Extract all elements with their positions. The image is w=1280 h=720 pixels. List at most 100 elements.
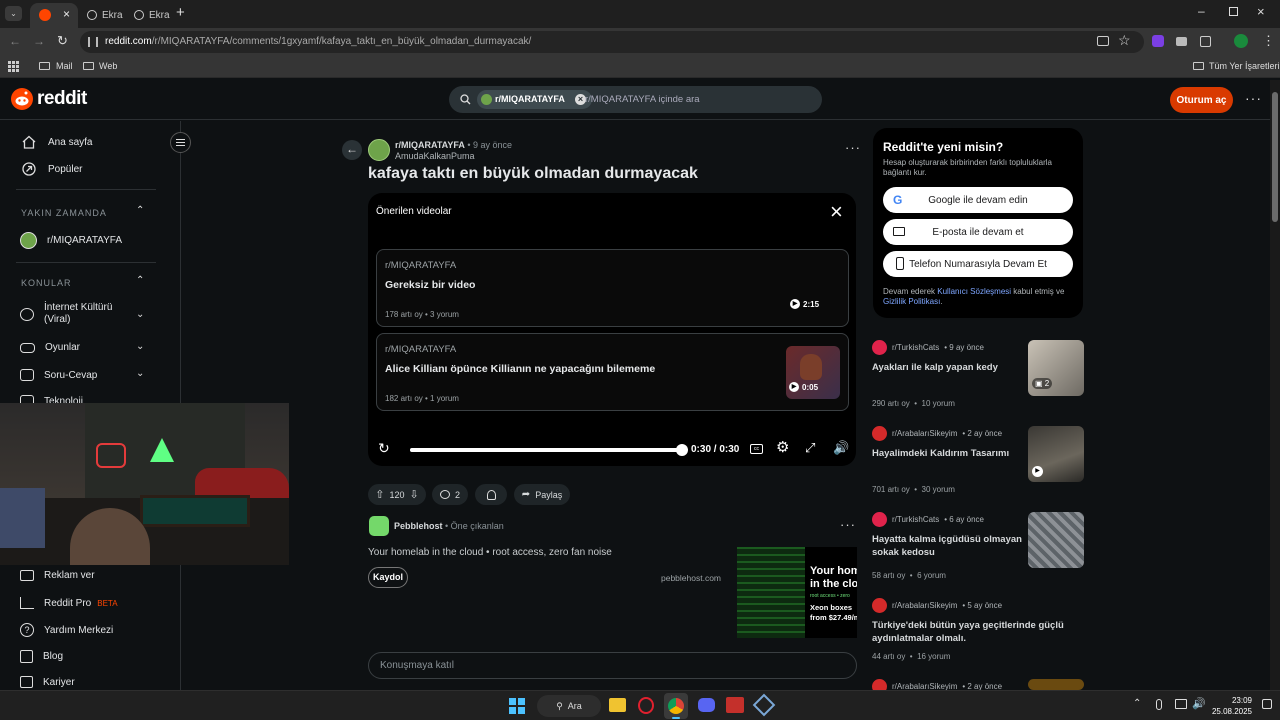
reddit-logo[interactable]: reddit <box>11 88 87 110</box>
ad-domain[interactable]: pebblehost.com <box>661 573 721 583</box>
related-post[interactable]: r/ArabalarıSikeyim • 5 ay önce Türkiye'd… <box>872 598 1084 668</box>
microphone-icon[interactable] <box>1156 699 1162 710</box>
chrome-taskbar-item[interactable] <box>664 693 688 719</box>
taskbar-search[interactable]: ⚲ Ara <box>537 695 601 717</box>
close-recommendations-icon[interactable]: × <box>830 199 843 225</box>
sidebar-item-blog[interactable]: Blog <box>20 650 63 663</box>
comments-button[interactable]: 2 <box>432 484 468 505</box>
sidebar-topic-games[interactable]: Oyunlar <box>20 342 80 353</box>
privacy-policy-link[interactable]: Gizlilik Politikası <box>883 297 940 306</box>
reload-icon[interactable]: ↻ <box>57 33 68 49</box>
tray-overflow-icon[interactable]: ⌃ <box>1133 698 1141 709</box>
ad-signup-button[interactable]: Kaydol <box>368 567 408 588</box>
tab-active[interactable]: × <box>30 3 78 28</box>
sidebar-item-advertise[interactable]: Reklam ver <box>20 570 95 581</box>
recent-section-header[interactable]: YAKIN ZAMANDA <box>21 208 107 218</box>
related-subreddit[interactable]: r/ArabalarıSikeyim <box>892 601 957 610</box>
sidebar-item-careers[interactable]: Kariyer <box>20 676 75 688</box>
apps-grid-icon[interactable] <box>8 61 19 72</box>
sidebar-item-reddit-pro[interactable]: Reddit Pro BETA <box>20 597 118 609</box>
related-subreddit[interactable]: r/ArabalarıSikeyim <box>892 682 957 690</box>
app-icon[interactable] <box>752 693 776 717</box>
volume-icon[interactable]: 🔊 <box>1192 697 1206 710</box>
windows-start-icon[interactable] <box>509 698 525 714</box>
forward-icon[interactable]: → <box>33 34 45 48</box>
sidebar-item-popular[interactable]: Popüler <box>20 162 82 176</box>
more-options-icon[interactable]: ··· <box>1245 90 1262 106</box>
comment-input[interactable]: Konuşmaya katıl <box>368 652 857 679</box>
login-button[interactable]: Oturum aç <box>1170 87 1233 113</box>
browser-menu-icon[interactable]: ⋮ <box>1262 33 1275 49</box>
chevron-down-icon[interactable]: ⌄ <box>136 309 144 320</box>
search-bar[interactable]: r/MIQARATAYFA × r/MIQARATAYFA içinde ara <box>449 86 822 113</box>
ad-banner[interactable]: Your hom in the clo root access • zero X… <box>737 547 857 638</box>
user-agreement-link[interactable]: Kullanıcı Sözleşmesi <box>937 287 1011 296</box>
recommended-video-card[interactable]: r/MIQARATAYFA Alice Killianı öpünce Kill… <box>376 333 849 411</box>
clock[interactable]: 23:09 25.08.2025 <box>1208 695 1252 717</box>
progress-track[interactable] <box>410 444 688 456</box>
sidebar-topic-internet-culture[interactable]: İnternet Kültürü (Viral) <box>20 302 150 326</box>
minimize-icon[interactable]: – <box>1198 4 1205 18</box>
chevron-down-icon[interactable]: ⌄ <box>136 341 144 352</box>
address-bar[interactable]: reddit.com/r/MIQARATAYFA/comments/1gxyam… <box>80 31 1144 53</box>
tab-close-icon[interactable]: × <box>63 7 70 21</box>
related-post[interactable]: r/TurkishCats • 6 ay önce Hayatta kalma … <box>872 512 1084 582</box>
related-post[interactable]: r/ArabalarıSikeyim • 2 ay önce Hayalimde… <box>872 426 1084 496</box>
google-login-button[interactable]: G Google ile devam edin <box>883 187 1073 213</box>
share-button[interactable]: ➦ Paylaş <box>514 484 570 505</box>
related-subreddit[interactable]: r/ArabalarıSikeyim <box>892 429 957 438</box>
post-subreddit-link[interactable]: r/MIQARATAYFA <box>395 140 465 150</box>
sidebar-item-recent-subreddit[interactable]: r/MIQARATAYFA <box>20 232 122 249</box>
downvote-icon[interactable]: ⇩ <box>410 488 419 501</box>
search-subreddit-chip[interactable]: r/MIQARATAYFA × <box>477 90 593 109</box>
phone-login-button[interactable]: Telefon Numarasıyla Devam Et <box>883 251 1073 277</box>
back-button[interactable]: ← <box>342 140 362 160</box>
all-bookmarks[interactable]: Tüm Yer İşaretleri <box>1209 61 1280 71</box>
bookmark-web[interactable]: Web <box>99 61 117 71</box>
camera-extension-icon[interactable] <box>1176 37 1187 46</box>
settings-gear-icon[interactable]: ⚙ <box>776 438 789 456</box>
video-player[interactable]: Önerilen videolar × r/MIQARATAYFA Gereks… <box>368 193 856 466</box>
extension-icon[interactable] <box>1152 35 1164 47</box>
volume-icon[interactable]: 🔊 <box>833 440 849 456</box>
maximize-icon[interactable] <box>1229 7 1238 16</box>
related-subreddit[interactable]: r/TurkishCats <box>892 515 939 524</box>
upvote-icon[interactable]: ⇧ <box>375 488 384 501</box>
captions-icon[interactable]: cc <box>750 444 763 454</box>
tab-list-button[interactable]: ⌄ <box>5 6 22 21</box>
related-post[interactable]: r/ArabalarıSikeyim • 2 ay önce <box>872 679 1084 690</box>
tab-3[interactable]: Ekra <box>127 3 171 28</box>
chevron-up-icon[interactable]: ⌃ <box>136 275 144 286</box>
notifications-icon[interactable] <box>1262 699 1272 709</box>
chevron-down-icon[interactable]: ⌄ <box>136 368 144 379</box>
video-app-icon[interactable] <box>726 697 744 713</box>
discord-icon[interactable] <box>698 698 715 712</box>
sidebar-item-home[interactable]: Ana sayfa <box>20 135 92 149</box>
pebblehost-logo-icon[interactable] <box>369 516 389 536</box>
subreddit-avatar-icon[interactable] <box>368 139 390 161</box>
file-explorer-icon[interactable] <box>609 698 626 712</box>
bookmark-star-icon[interactable]: ☆ <box>1118 32 1131 49</box>
ad-advertiser[interactable]: Pebblehost <box>394 521 443 531</box>
network-icon[interactable] <box>1175 699 1187 709</box>
recommended-video-card[interactable]: r/MIQARATAYFA Gereksiz bir video 178 art… <box>376 249 849 327</box>
sidebar-topic-qa[interactable]: Soru-Cevap <box>20 369 97 381</box>
progress-handle[interactable] <box>676 444 688 456</box>
email-login-button[interactable]: E-posta ile devam et <box>883 219 1073 245</box>
site-info-icon[interactable] <box>88 37 98 47</box>
post-author[interactable]: AmudaKalkanPuma <box>395 151 475 161</box>
related-post[interactable]: r/TurkishCats • 9 ay önce Ayakları ile k… <box>872 340 1084 410</box>
bookmark-mail[interactable]: Mail <box>56 61 73 71</box>
back-icon[interactable]: ← <box>9 34 21 48</box>
close-window-icon[interactable]: × <box>1257 4 1265 19</box>
collapse-sidebar-icon[interactable] <box>170 132 191 153</box>
ad-options-icon[interactable]: ··· <box>840 517 856 532</box>
profile-avatar-icon[interactable] <box>1234 34 1248 48</box>
new-tab-icon[interactable]: + <box>176 4 185 21</box>
sidebar-item-help[interactable]: ? Yardım Merkezi <box>20 623 113 637</box>
tab-2[interactable]: Ekra <box>80 3 124 28</box>
opera-icon[interactable] <box>638 697 654 714</box>
fullscreen-icon[interactable]: ⤢ <box>805 440 815 456</box>
chevron-up-icon[interactable]: ⌃ <box>136 205 144 216</box>
post-options-icon[interactable]: ··· <box>845 140 861 155</box>
